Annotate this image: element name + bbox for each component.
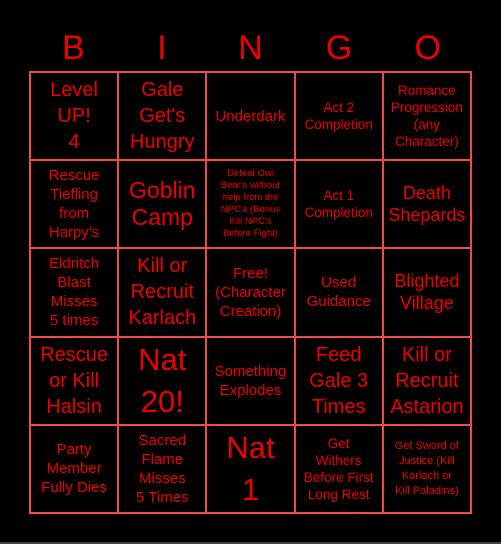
bingo-cell-n-1[interactable]: Underdark xyxy=(206,72,295,161)
cell-label: Get Withers Before First Long Rest xyxy=(303,435,374,502)
cell-label: Get Sword of Justice (Kill Karlach or Ki… xyxy=(394,439,459,497)
cell-label: Level UP! 4 xyxy=(50,79,98,154)
bingo-cell-o-1[interactable]: Romance Progression (any Character) xyxy=(382,72,471,161)
header-letter-o: O xyxy=(414,29,441,67)
bingo-cell-o-5[interactable]: Get Sword of Justice (Kill Karlach or Ki… xyxy=(382,424,471,513)
bingo-cell-b-1[interactable]: Level UP! 4 xyxy=(30,72,119,161)
bingo-cell-n-4[interactable]: Something Explodes xyxy=(206,336,295,425)
bingo-cell-o-4[interactable]: Kill or Recruit Astarion xyxy=(382,336,471,425)
bingo-cell-i-5[interactable]: Sacred Flame Misses 5 Times xyxy=(118,424,207,513)
bingo-cell-g-1[interactable]: Act 2 Completion xyxy=(294,72,383,161)
cell-label: Eldritch Blast Misses 5 times xyxy=(49,255,100,330)
cell-label: Gale Get's Hungry xyxy=(130,79,195,154)
bingo-cell-i-4[interactable]: Nat 20! xyxy=(118,336,207,425)
cell-label: Used Guidance xyxy=(306,274,371,311)
cell-label: Act 1 Completion xyxy=(304,188,373,221)
header-letter-g: G xyxy=(325,29,353,67)
bingo-header: B I N G O xyxy=(29,26,472,70)
bingo-cell-n-3[interactable]: Free! (Character Creation) xyxy=(206,248,295,337)
cell-label: Defeat Owl Bear's without help from the … xyxy=(220,168,281,240)
bingo-cell-o-2[interactable]: Death Shepards xyxy=(382,160,471,249)
bingo-cell-i-1[interactable]: Gale Get's Hungry xyxy=(118,72,207,161)
bingo-cell-i-2[interactable]: Goblin Camp xyxy=(118,160,207,249)
bingo-cell-n-5[interactable]: Nat 1 xyxy=(206,424,295,513)
bingo-board: Level UP! 4 Gale Get's Hungry Underdark Act… xyxy=(29,71,472,514)
cell-label: Something Explodes xyxy=(214,362,287,399)
cell-label: Death Shepards xyxy=(388,183,466,226)
cell-label: Party Member Fully Dies xyxy=(41,441,108,497)
cell-label: Free! (Character Creation) xyxy=(215,264,286,320)
cell-label: Blighted Village xyxy=(394,271,460,314)
bingo-cell-n-2[interactable]: Defeat Owl Bear's without help from the … xyxy=(206,160,295,249)
cell-label: Kill or Recruit Karlach xyxy=(128,255,197,330)
bingo-cell-g-4[interactable]: Feed Gale 3 Times xyxy=(294,336,383,425)
bingo-cell-b-3[interactable]: Eldritch Blast Misses 5 times xyxy=(30,248,119,337)
bingo-cell-b-4[interactable]: Rescue or Kill Halsin xyxy=(30,336,119,425)
cell-label: Sacred Flame Misses 5 Times xyxy=(136,431,189,506)
bingo-cell-g-3[interactable]: Used Guidance xyxy=(294,248,383,337)
bingo-cell-b-5[interactable]: Party Member Fully Dies xyxy=(30,424,119,513)
header-letter-n: N xyxy=(238,29,263,67)
cell-label: Kill or Recruit Astarion xyxy=(390,343,464,418)
bingo-cell-g-2[interactable]: Act 1 Completion xyxy=(294,160,383,249)
header-letter-b: B xyxy=(61,29,85,67)
cell-label: Rescue or Kill Halsin xyxy=(40,343,108,418)
bingo-cell-g-5[interactable]: Get Withers Before First Long Rest xyxy=(294,424,383,513)
cell-label: Goblin Camp xyxy=(129,177,196,231)
cell-label: Underdark xyxy=(215,107,286,125)
cell-label: Nat 1 xyxy=(226,429,275,507)
cell-label: Romance Progression (any Character) xyxy=(390,83,463,150)
bingo-cell-o-3[interactable]: Blighted Village xyxy=(382,248,471,337)
bingo-cell-b-2[interactable]: Rescue Tiefling from Harpy's xyxy=(30,160,119,249)
cell-label: Nat 20! xyxy=(138,341,187,419)
bingo-cell-i-3[interactable]: Kill or Recruit Karlach xyxy=(118,248,207,337)
cell-label: Act 2 Completion xyxy=(304,100,373,133)
header-letter-i: I xyxy=(157,29,167,67)
cell-label: Feed Gale 3 Times xyxy=(309,343,369,418)
cell-label: Rescue Tiefling from Harpy's xyxy=(48,167,100,242)
